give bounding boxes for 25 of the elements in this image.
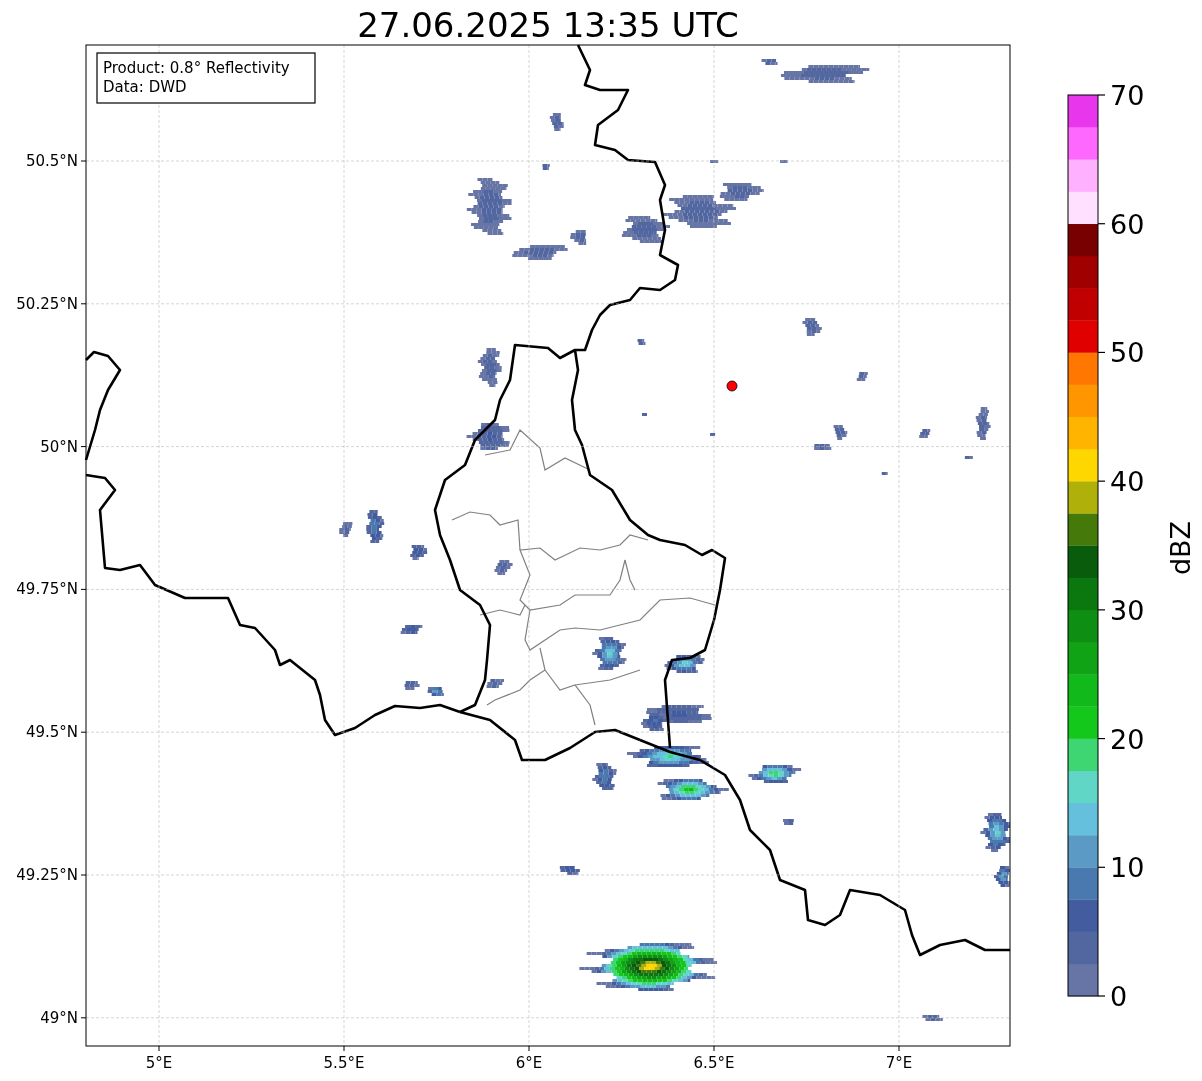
x-tick-label: 5.5°E [323,1054,365,1072]
colorbar-tick-label: 20 [1110,723,1145,755]
chart-title: 27.06.2025 13:35 UTC [357,5,739,45]
location-marker [726,380,738,392]
x-tick-label: 6°E [515,1054,543,1072]
colorbar-label: dBZ [1165,520,1196,576]
y-tick-label: 50.5°N [25,152,78,170]
y-tick-label: 49.5°N [25,723,78,742]
info-text: Product: 0.8° Reflectivity [103,59,290,77]
y-tick-label: 50°N [40,437,78,456]
y-tick-label: 49°N [40,1008,78,1027]
colorbar-tick-label: 0 [1110,981,1128,1012]
colorbar-tick-label: 70 [1110,80,1145,111]
y-tick-label: 50.25°N [16,294,78,313]
colorbar-tick-label: 50 [1110,337,1145,369]
colorbar-tick-label: 40 [1110,466,1145,498]
x-tick-label: 7°E [885,1054,913,1072]
y-tick-label: 49.25°N [16,866,78,884]
x-tick-label: 5°E [145,1054,173,1072]
colorbar-tick-label: 30 [1110,594,1145,626]
y-tick-label: 49.75°N [16,580,78,599]
colorbar-tick-label: 10 [1110,852,1145,884]
x-tick-label: 6.5°E [693,1054,735,1072]
colorbar-tick-label: 60 [1110,208,1145,240]
info-text: Data: DWD [103,78,187,96]
